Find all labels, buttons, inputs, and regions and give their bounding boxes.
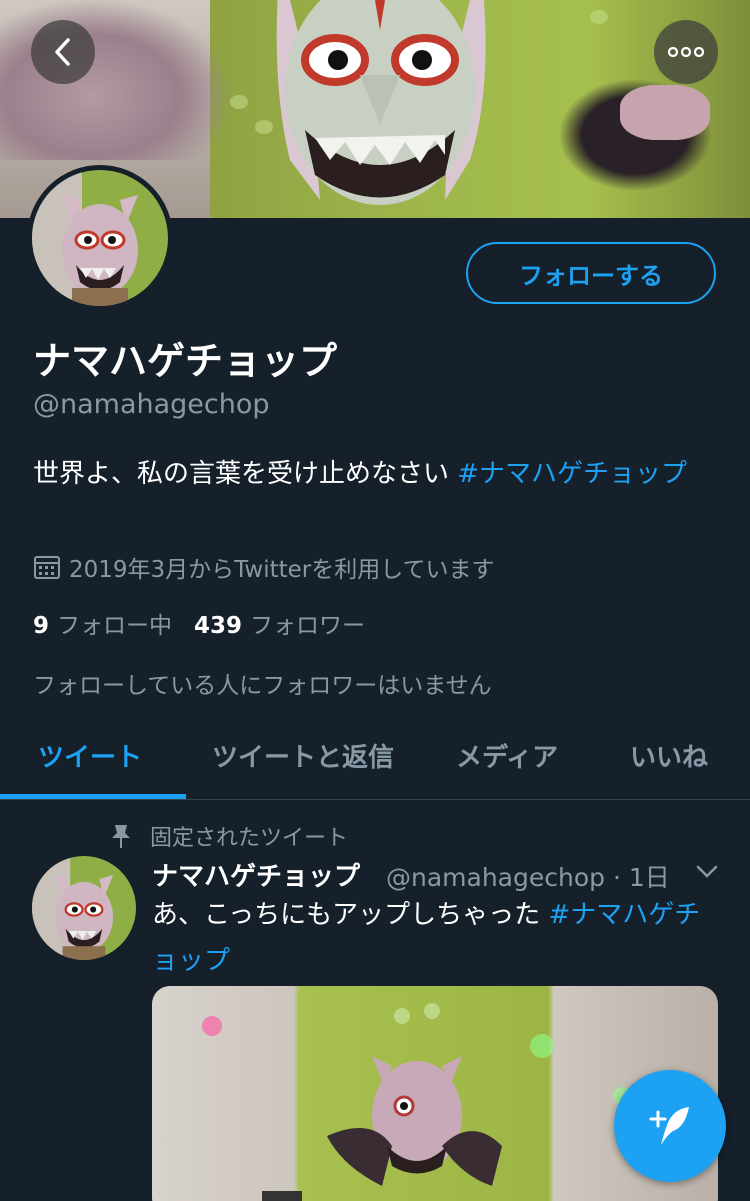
namahage-avatar-image bbox=[32, 170, 168, 306]
joined-text: 2019年3月からTwitterを利用しています bbox=[69, 557, 495, 583]
tab-tweets-and-replies[interactable]: ツイートと返信 bbox=[212, 737, 394, 774]
banner-paw-decor bbox=[230, 95, 248, 109]
profile-display-name: ナマハゲチョップ bbox=[33, 339, 338, 383]
tab-tweets[interactable]: ツイート bbox=[38, 737, 142, 774]
pinned-label: 固定されたツイート bbox=[150, 826, 349, 851]
tweet-author-handle-time: @namahagechop · 1日 bbox=[386, 863, 670, 892]
followers-label: フォロワー bbox=[250, 613, 366, 639]
pinned-indicator: 固定されたツイート bbox=[110, 820, 348, 852]
profile-bio: 世界よ、私の言葉を受け止めなさい #ナマハゲチョップ bbox=[33, 452, 723, 496]
banner-paw-decor bbox=[590, 10, 608, 24]
bio-hashtag-link[interactable]: #ナマハゲチョップ bbox=[457, 459, 687, 489]
calendar-icon bbox=[34, 556, 60, 579]
namahage-mask-image bbox=[276, 0, 486, 205]
joined-date: 2019年3月からTwitterを利用しています bbox=[33, 550, 495, 584]
follow-stats: 9 フォロー中 439 フォロワー bbox=[33, 606, 387, 640]
followers-link[interactable]: 439 フォロワー bbox=[194, 606, 365, 640]
more-horizontal-icon bbox=[668, 47, 704, 57]
mutual-followers-note: フォローしている人にフォロワーはいません bbox=[33, 673, 492, 699]
tweet-body: あ、こっちにもアップしちゃった bbox=[152, 900, 549, 930]
following-label: フォロー中 bbox=[57, 613, 173, 639]
active-tab-indicator bbox=[0, 794, 186, 799]
compose-tweet-icon bbox=[649, 1107, 689, 1145]
followers-count: 439 bbox=[194, 613, 243, 639]
profile-avatar[interactable] bbox=[27, 165, 173, 311]
tweet-options-button[interactable] bbox=[696, 864, 718, 883]
namahage-avatar-image bbox=[32, 856, 136, 960]
tweet-author-avatar[interactable] bbox=[32, 856, 136, 960]
banner-hand bbox=[620, 85, 710, 140]
back-button[interactable] bbox=[31, 20, 95, 84]
chevron-down-icon bbox=[696, 865, 718, 878]
chevron-left-icon bbox=[55, 38, 70, 66]
tweet-author-name[interactable]: ナマハゲチョップ bbox=[152, 856, 360, 893]
tweet-text: あ、こっちにもアップしちゃった #ナマハゲチョップ bbox=[152, 892, 722, 984]
profile-handle: @namahagechop bbox=[33, 389, 270, 420]
profile-tabs: ツイート ツイートと返信 メディア いいね bbox=[0, 715, 750, 800]
follow-button[interactable]: フォローする bbox=[466, 242, 716, 304]
tab-media[interactable]: メディア bbox=[456, 737, 558, 774]
compose-tweet-button[interactable] bbox=[614, 1070, 726, 1182]
following-count: 9 bbox=[33, 613, 50, 639]
more-options-button[interactable] bbox=[654, 20, 718, 84]
tab-likes[interactable]: いいね bbox=[630, 737, 708, 774]
banner-arm bbox=[0, 0, 230, 160]
following-link[interactable]: 9 フォロー中 bbox=[33, 606, 172, 640]
bio-text: 世界よ、私の言葉を受け止めなさい bbox=[33, 459, 458, 489]
pin-icon bbox=[112, 825, 130, 848]
